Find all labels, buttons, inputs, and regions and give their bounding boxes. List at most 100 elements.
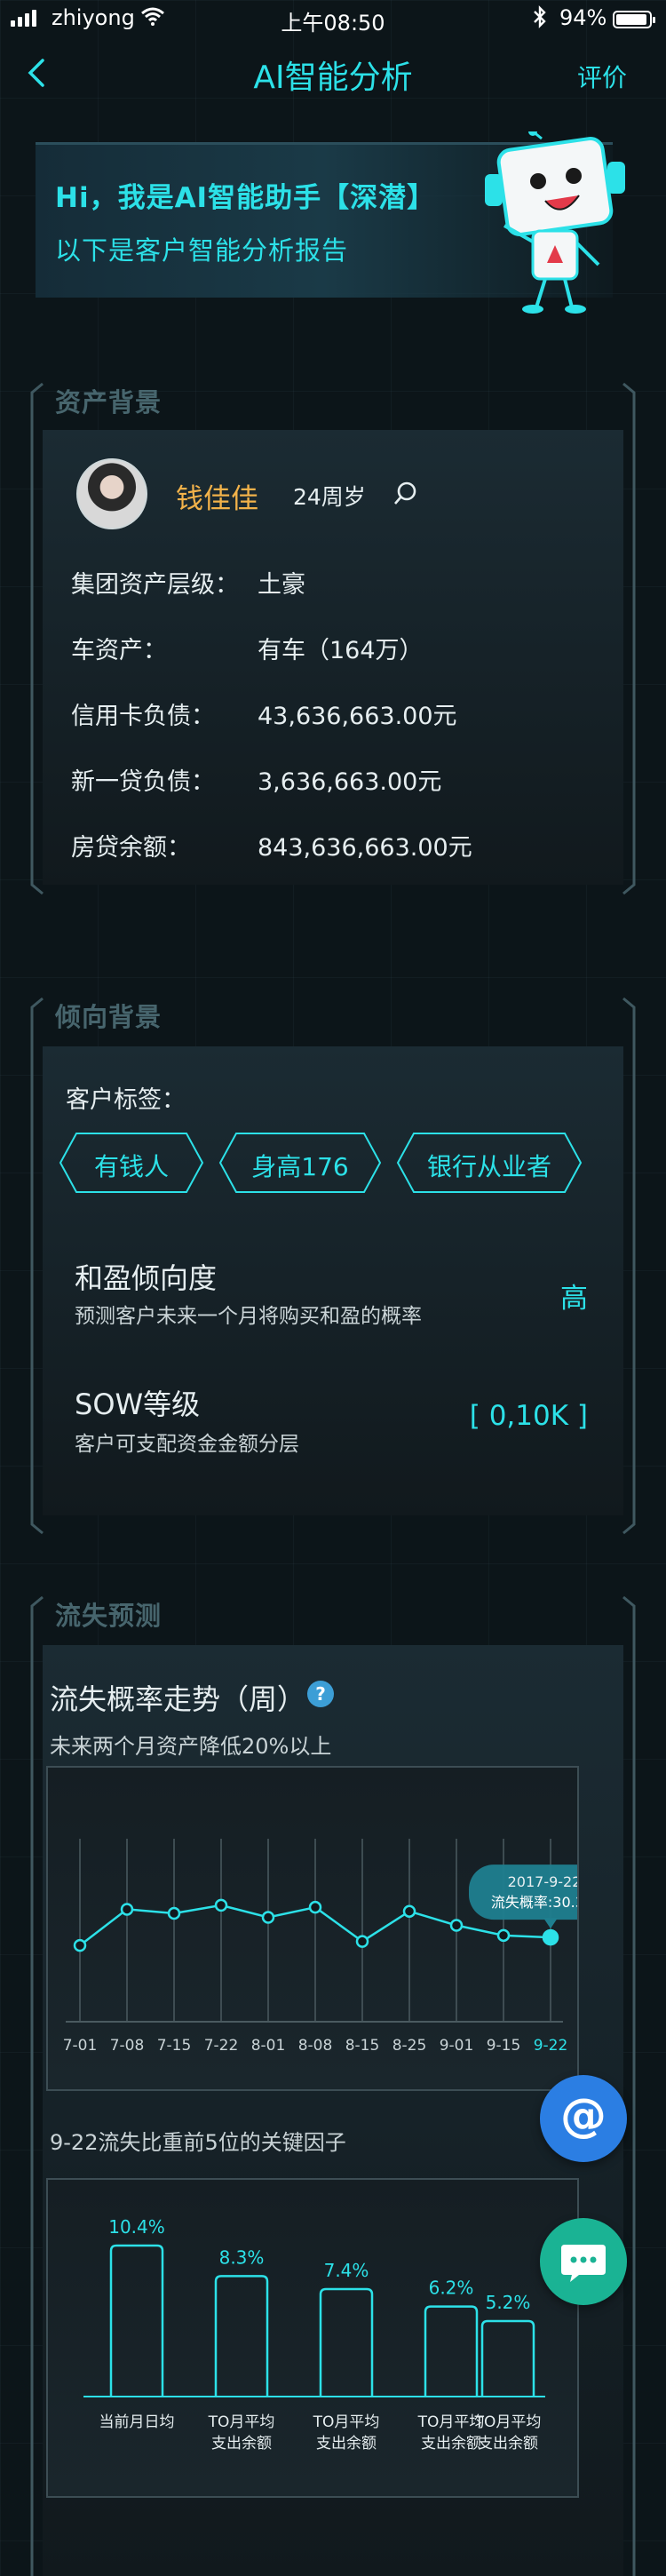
- help-icon[interactable]: ?: [307, 1681, 334, 1707]
- x-tick-label: 8-25: [392, 2037, 427, 2055]
- sow-level-desc: 客户可支配资金金额分层: [75, 1433, 299, 1456]
- battery-percent: 94%: [559, 5, 607, 30]
- data-label: 7.4%: [324, 2260, 369, 2281]
- category-label: TO月平均: [313, 2413, 380, 2431]
- tags-label: 客户标签：: [66, 1086, 186, 1114]
- factors-chart-box: 10.4% 当前月日均 8.3% TO月平均支出余额 7.4% TO月平均支出余额 6.2%…: [46, 2178, 579, 2498]
- data-point: [73, 1938, 87, 1952]
- bar: [424, 2305, 479, 2397]
- bar: [109, 2244, 164, 2397]
- client-name: 钱佳佳: [176, 483, 258, 515]
- mortgage-value: 843,636,663.00元: [258, 834, 472, 862]
- trend-subtitle: 未来两个月资产降低20%以上: [50, 1734, 332, 1759]
- category-label: TO月平均: [474, 2413, 542, 2431]
- x-tick-label: 7-08: [110, 2037, 145, 2055]
- bar: [214, 2275, 269, 2397]
- client-tag-label: 身高176: [251, 1152, 349, 1181]
- assets-card: 资产背景 钱佳佳 24周岁 集团资产层级： 土豪 车资产： 有车（164万） 信…: [27, 371, 639, 906]
- car-asset-value: 有车（164万）: [258, 637, 424, 664]
- asset-level-value: 土豪: [258, 571, 305, 599]
- section-title-churn: 流失预测: [55, 1601, 163, 1631]
- category-label: 当前月日均: [99, 2413, 175, 2431]
- client-tag-label: 有钱人: [93, 1152, 169, 1181]
- churn-trend-line-chart: 7-01 7-08 7-15 7-22 8-01 8-08 8-15 8-25 9-01 9-15…: [63, 1839, 620, 2055]
- data-point: [308, 1900, 322, 1914]
- data-label: 8.3%: [219, 2246, 265, 2268]
- page-title: AI智能分析: [253, 60, 413, 96]
- loan-debt-label: 新一贷负债：: [71, 768, 215, 796]
- tendency-card: 倾向背景 客户标签： 有钱人 身高176 银行从业者 和盈倾向度 预测客户未来一…: [27, 986, 639, 1546]
- section-title-tendency: 倾向背景: [55, 1002, 163, 1032]
- data-label: 5.2%: [486, 2292, 531, 2313]
- robot-mascot-icon: [485, 131, 625, 314]
- client-tag[interactable]: 银行从业者: [396, 1132, 583, 1194]
- x-tick-label: 7-22: [204, 2037, 239, 2055]
- credit-card-debt-value: 43,636,663.00元: [258, 703, 457, 730]
- data-point: [542, 1928, 559, 1946]
- x-tick-label: 7-15: [157, 2037, 192, 2055]
- bluetooth-icon: [534, 5, 546, 28]
- category-label: 支出余额: [316, 2435, 377, 2453]
- purchase-tendency-desc: 预测客户未来一个月将购买和盈的概率: [75, 1305, 422, 1328]
- car-asset-label: 车资产：: [71, 637, 167, 664]
- chat-bubble-icon: [561, 2245, 606, 2282]
- mortgage-label: 房贷余额：: [71, 834, 191, 862]
- tooltip-pointer: [543, 1918, 558, 1929]
- x-tick-label: 9-15: [487, 2037, 521, 2055]
- at-mention-button[interactable]: @: [540, 2075, 627, 2162]
- assets-panel: 钱佳佳 24周岁 集团资产层级： 土豪 车资产： 有车（164万） 信用卡负债：…: [43, 430, 623, 885]
- data-point: [261, 1911, 275, 1924]
- battery-icon: [613, 11, 655, 28]
- data-point: [214, 1898, 228, 1912]
- bar: [480, 2319, 535, 2397]
- category-label: 支出余额: [211, 2435, 272, 2453]
- x-tick-label: 8-01: [251, 2037, 286, 2055]
- client-tag[interactable]: 身高176: [218, 1132, 382, 1194]
- data-point: [120, 1903, 134, 1916]
- x-tick-label: 9-22: [534, 2037, 568, 2055]
- rate-button[interactable]: 评价: [577, 59, 627, 94]
- data-point: [355, 1935, 369, 1948]
- at-icon: @: [560, 2089, 607, 2143]
- factors-title: 9-22流失比重前5位的关键因子: [50, 2130, 346, 2155]
- data-label: 6.2%: [429, 2278, 474, 2299]
- client-age: 24周岁: [293, 484, 366, 510]
- data-point: [167, 1906, 181, 1920]
- assistant-greeting: Hi，我是AI智能助手【深潜】: [55, 182, 436, 214]
- category-label: 支出余额: [421, 2435, 481, 2453]
- tendency-panel: 客户标签： 有钱人 身高176 银行从业者 和盈倾向度 预测客户未来一个月将购买…: [43, 1046, 623, 1515]
- search-icon[interactable]: [392, 480, 419, 506]
- nav-bar: AI智能分析 评价: [0, 37, 666, 108]
- credit-card-debt-label: 信用卡负债：: [71, 703, 215, 730]
- trend-title: 流失概率走势（周）: [50, 1682, 306, 1716]
- status-bar: zhiyong 上午08:50 94%: [0, 0, 666, 37]
- x-tick-label: 9-01: [440, 2037, 474, 2055]
- purchase-tendency-value: 高: [560, 1283, 588, 1315]
- chat-button[interactable]: [540, 2218, 627, 2305]
- client-tag[interactable]: 有钱人: [59, 1132, 204, 1194]
- data-label: 10.4%: [108, 2216, 165, 2238]
- category-label: 支出余额: [478, 2435, 538, 2453]
- tooltip-date: 2017-9-22: [508, 1873, 577, 1890]
- loan-debt-value: 3,636,663.00元: [258, 768, 442, 796]
- x-tick-label: 8-15: [345, 2037, 380, 2055]
- sow-level-value: [ 0,10K ]: [469, 1400, 588, 1432]
- bar: [319, 2287, 374, 2397]
- key-factors-bar-chart: 10.4% 当前月日均 8.3% TO月平均支出余额 7.4% TO月平均支出余额 6.2%…: [83, 2216, 545, 2453]
- tooltip-value: 流失概率:30.3%: [491, 1894, 577, 1911]
- assistant-subtitle: 以下是客户智能分析报告: [55, 235, 349, 266]
- churn-panel: 流失概率走势（周） ? 未来两个月资产降低20%以上 7-01 7-08 7-15 7…: [43, 1645, 623, 2576]
- client-avatar: [76, 458, 147, 529]
- category-label: TO月平均: [208, 2413, 275, 2431]
- sow-level-title: SOW等级: [75, 1387, 201, 1421]
- purchase-tendency-title: 和盈倾向度: [75, 1261, 218, 1295]
- asset-level-label: 集团资产层级：: [71, 571, 239, 599]
- section-title-assets: 资产背景: [55, 387, 163, 417]
- trend-chart-box: 7-01 7-08 7-15 7-22 8-01 8-08 8-15 8-25 9-01 9-15…: [46, 1766, 620, 2091]
- client-tag-label: 银行从业者: [426, 1152, 551, 1181]
- data-point: [402, 1904, 416, 1918]
- battery-fill: [616, 14, 646, 25]
- x-tick-label: 7-01: [63, 2037, 98, 2055]
- data-point: [449, 1919, 464, 1932]
- x-tick-label: 8-08: [298, 2037, 333, 2055]
